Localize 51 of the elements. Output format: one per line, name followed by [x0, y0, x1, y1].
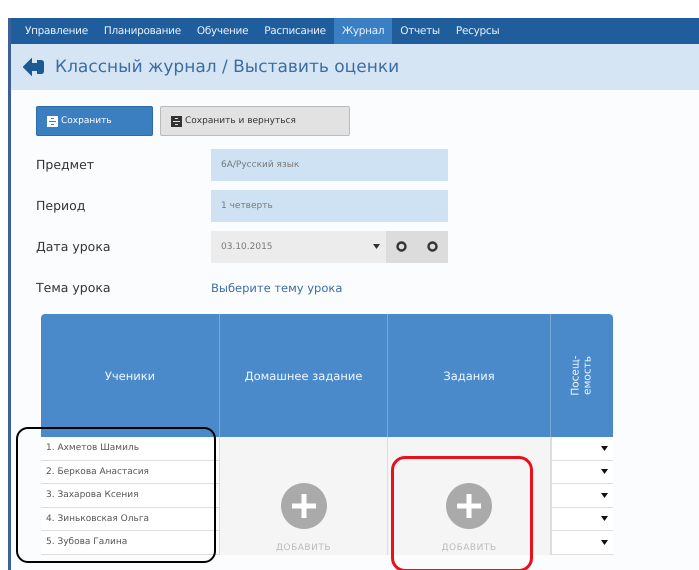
- add-label: ДОБАВИТЬ: [441, 542, 497, 552]
- field-label: Предмет: [36, 157, 96, 172]
- input-field[interactable]: 6А/Русский язык: [211, 148, 448, 180]
- nav-item[interactable]: Управление: [17, 18, 96, 44]
- caret-icon: [601, 540, 608, 545]
- attendance-select[interactable]: [551, 437, 613, 460]
- save-button[interactable]: Сохранить: [36, 106, 153, 136]
- field-label: Период: [36, 198, 86, 213]
- input-field[interactable]: 1 четверть: [211, 190, 448, 222]
- date-select[interactable]: 03.10.2015: [211, 230, 386, 262]
- attendance-select[interactable]: [551, 484, 613, 508]
- caret-icon: [601, 492, 608, 498]
- student-cell: 5. Зубова Галина: [41, 531, 220, 554]
- header-text: Посещ- емость: [570, 355, 594, 396]
- nav-item[interactable]: Расписание: [256, 18, 334, 44]
- nav-item[interactable]: Отчеты: [392, 18, 448, 44]
- student-cell: 2. Беркова Анастасия: [41, 460, 220, 484]
- plus-icon: [446, 482, 492, 528]
- floppy-icon: [171, 116, 182, 126]
- page-title: Классный журнал / Выставить оценки: [55, 57, 400, 77]
- plus-icon: [280, 482, 326, 528]
- back-icon: [23, 58, 45, 76]
- round-button[interactable]: [417, 230, 448, 262]
- attendance-select[interactable]: [551, 508, 613, 531]
- attendance-select[interactable]: [551, 531, 613, 554]
- caret-icon: [601, 446, 608, 451]
- circle-icon: [396, 241, 407, 252]
- student-cell: 1. Ахметов Шамиль: [41, 437, 220, 460]
- save-button[interactable]: Сохранить и вернуться: [160, 106, 350, 136]
- add-button[interactable]: [446, 482, 492, 528]
- add-label: ДОБАВИТЬ: [276, 542, 332, 552]
- student-cell: 3. Захарова Ксения: [41, 484, 220, 508]
- caret-icon: [601, 469, 608, 474]
- circle-icon: [427, 241, 438, 252]
- field-label: Тема урока: [36, 280, 112, 295]
- nav-item[interactable]: Ресурсы: [448, 18, 508, 44]
- header-text: Задания: [443, 368, 495, 382]
- caret-icon: [601, 516, 608, 522]
- student-cell: 4. Зиньковская Ольга: [41, 508, 220, 531]
- round-button[interactable]: [386, 230, 417, 262]
- add-button[interactable]: [280, 482, 326, 528]
- header-text: Домашнее задание: [244, 368, 362, 382]
- attendance-select[interactable]: [551, 460, 613, 484]
- nav-item[interactable]: Журнал: [334, 18, 392, 44]
- floppy-icon: [47, 116, 58, 126]
- topic-link[interactable]: Выберите тему урока: [211, 280, 342, 294]
- nav-item[interactable]: Планирование: [96, 18, 189, 44]
- nav-item[interactable]: Обучение: [188, 18, 256, 44]
- field-label: Дата урока: [36, 239, 112, 254]
- caret-icon: [373, 244, 380, 249]
- header-text: Ученики: [104, 368, 156, 382]
